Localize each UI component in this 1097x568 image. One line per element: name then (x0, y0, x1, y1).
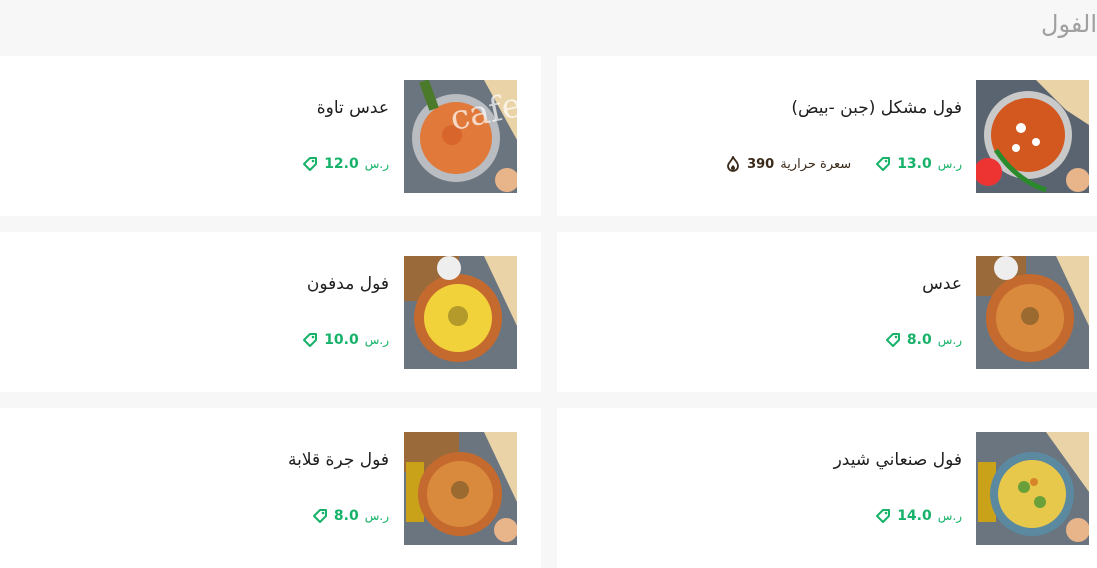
item-name: فول مشكل (جبن -بيض) (791, 98, 962, 118)
item-meta: 12.0 ر.س (302, 156, 389, 172)
price-tag-icon (303, 157, 318, 171)
price: 12.0 ر.س (302, 156, 389, 172)
dish-image (404, 432, 517, 545)
price: 13.0 ر.س (875, 156, 962, 172)
item-meta: 10.0 ر.س (302, 332, 389, 348)
calories: 390 سعرة حرارية (725, 156, 851, 172)
dish-image (976, 432, 1089, 545)
item-meta: 8.0 ر.س (885, 332, 962, 348)
item-meta: 13.0 ر.س 390 سعرة حرارية (725, 156, 962, 172)
item-name: فول جرة قلابة (288, 450, 389, 470)
menu-item-card[interactable]: عدس تاوة 12.0 ر.س (0, 56, 541, 216)
menu-item-card[interactable]: فول صنعاني شيدر 14.0 ر.س (557, 408, 1097, 568)
price: 8.0 ر.س (312, 508, 389, 524)
menu-item-card[interactable]: فول مدفون 10.0 ر.س (0, 232, 541, 392)
price-tag-icon (876, 157, 891, 171)
item-name: عدس تاوة (316, 98, 389, 118)
item-name: فول مدفون (306, 274, 389, 294)
price-tag-icon (885, 333, 900, 347)
item-name: عدس (922, 274, 962, 294)
section-title: الفول (1041, 10, 1097, 38)
dish-image (404, 80, 517, 193)
menu-item-card[interactable]: فول جرة قلابة 8.0 ر.س (0, 408, 541, 568)
flame-icon (727, 156, 739, 172)
menu-item-card[interactable]: فول مشكل (جبن -بيض) 13.0 ر.س 390 سعرة حر… (557, 56, 1097, 216)
price-tag-icon (312, 509, 327, 523)
dish-image (976, 80, 1089, 193)
price: 8.0 ر.س (885, 332, 962, 348)
item-meta: 8.0 ر.س (312, 508, 389, 524)
item-meta: 14.0 ر.س (875, 508, 962, 524)
dish-image (976, 256, 1089, 369)
price-tag-icon (303, 333, 318, 347)
price: 14.0 ر.س (875, 508, 962, 524)
menu-item-card[interactable]: عدس 8.0 ر.س (557, 232, 1097, 392)
item-name: فول صنعاني شيدر (833, 450, 962, 470)
dish-image (404, 256, 517, 369)
price: 10.0 ر.س (302, 332, 389, 348)
price-tag-icon (876, 509, 891, 523)
